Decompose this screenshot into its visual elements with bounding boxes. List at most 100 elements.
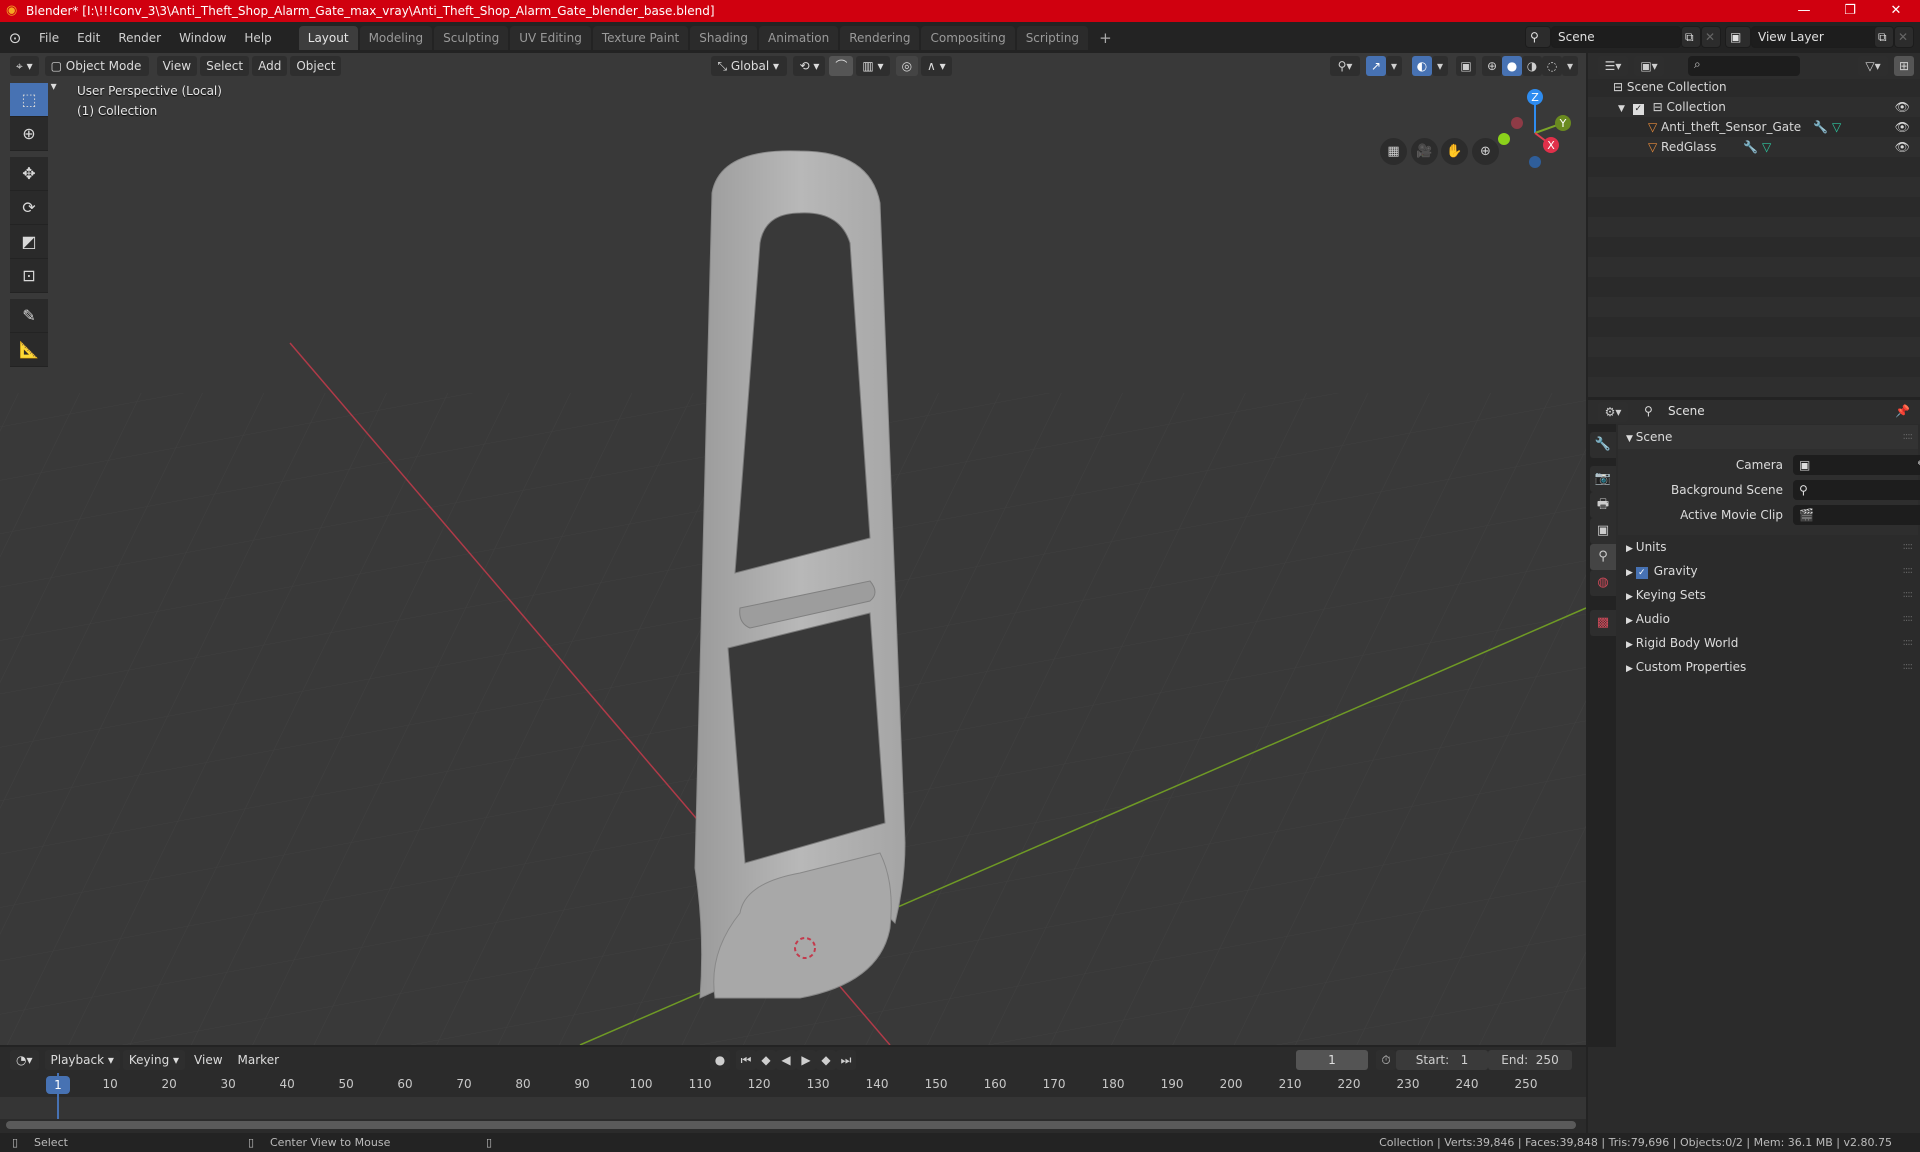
- close-button[interactable]: ✕: [1873, 0, 1919, 22]
- drag-handle-icon[interactable]: ::::: [1903, 607, 1914, 631]
- neg-z-axis-icon[interactable]: [1529, 156, 1541, 168]
- keying-menu[interactable]: Keying ▾: [122, 1050, 186, 1070]
- texture-tab-icon[interactable]: ▩: [1590, 610, 1616, 636]
- end-frame-field[interactable]: End: 250: [1488, 1050, 1572, 1070]
- audio-panel-header[interactable]: ▶ Audio::::: [1618, 607, 1918, 631]
- gizmo-dropdown-icon[interactable]: ▾: [1386, 56, 1402, 76]
- next-keyframe-icon[interactable]: ◆: [816, 1050, 836, 1070]
- scene-panel-header[interactable]: ▼ Scene::::: [1618, 425, 1918, 449]
- cursor-tool-icon[interactable]: ⊕: [10, 117, 48, 151]
- tab-uv-editing[interactable]: UV Editing: [510, 25, 591, 50]
- new-view-layer-icon[interactable]: ⧉: [1874, 26, 1894, 48]
- play-icon[interactable]: ▶: [796, 1050, 816, 1070]
- gravity-panel-header[interactable]: ▶ ✓ Gravity::::: [1618, 559, 1918, 583]
- camera-field[interactable]: ▣✎: [1793, 455, 1920, 475]
- outliner-row-object[interactable]: ▽ Anti_theft_Sensor_Gate 🔧 ▽ 👁: [1588, 117, 1920, 137]
- modifier-wrench-icon[interactable]: 🔧: [1813, 117, 1828, 137]
- current-frame-field[interactable]: 1: [1296, 1050, 1368, 1070]
- select-box-tool-icon[interactable]: ⬚: [10, 83, 48, 117]
- menu-help[interactable]: Help: [235, 26, 280, 50]
- blender-menu-icon[interactable]: ⊙: [0, 29, 30, 47]
- tab-texture-paint[interactable]: Texture Paint: [592, 25, 689, 50]
- view-layer-tab-icon[interactable]: ▣: [1590, 518, 1616, 544]
- overlay-dropdown-icon[interactable]: ▾: [1432, 56, 1448, 76]
- drag-handle-icon[interactable]: ::::: [1903, 535, 1914, 559]
- new-scene-icon[interactable]: ⧉: [1681, 26, 1701, 48]
- falloff-icon[interactable]: ∧ ▾: [921, 56, 952, 76]
- preview-range-icon[interactable]: ⏱: [1376, 1050, 1396, 1070]
- menu-add[interactable]: Add: [252, 56, 288, 76]
- transform-tool-icon[interactable]: ⊡: [10, 259, 48, 293]
- tab-compositing[interactable]: Compositing: [921, 25, 1015, 50]
- 3d-viewport[interactable]: ⌖ ▾ ▢ Object Mode ▾ View Select Add Obje…: [0, 53, 1586, 1045]
- drag-handle-icon[interactable]: ::::: [1903, 655, 1914, 679]
- menu-select[interactable]: Select: [200, 56, 250, 76]
- snap-target-icon[interactable]: ▥ ▾: [856, 56, 890, 76]
- playback-menu[interactable]: Playback ▾: [44, 1050, 120, 1070]
- drag-handle-icon[interactable]: ::::: [1903, 631, 1914, 655]
- jump-start-icon[interactable]: ⏮: [736, 1050, 756, 1070]
- expand-arrow-icon[interactable]: ▼: [1618, 104, 1628, 114]
- measure-tool-icon[interactable]: 📐: [10, 333, 48, 367]
- move-tool-icon[interactable]: ✥: [10, 157, 48, 191]
- visibility-eye-icon[interactable]: 👁: [1895, 137, 1910, 157]
- world-tab-icon[interactable]: ◍: [1590, 570, 1616, 596]
- menu-render[interactable]: Render: [109, 26, 170, 50]
- scene-tab-icon[interactable]: ⚲: [1590, 544, 1616, 570]
- mesh-data-icon[interactable]: ▽: [1832, 117, 1841, 137]
- prev-keyframe-icon[interactable]: ◆: [756, 1050, 776, 1070]
- keyframe-area[interactable]: [0, 1097, 1586, 1119]
- display-mode-icon[interactable]: ▣▾: [1634, 56, 1664, 76]
- delete-view-layer-icon[interactable]: ✕: [1894, 26, 1914, 48]
- menu-window[interactable]: Window: [170, 26, 235, 50]
- tab-animation[interactable]: Animation: [759, 25, 839, 50]
- shading-dropdown-icon[interactable]: ▾: [1562, 56, 1578, 76]
- pivot-point-icon[interactable]: ⟲ ▾: [793, 56, 826, 76]
- annotate-tool-icon[interactable]: ✎: [10, 299, 48, 333]
- editor-type-icon[interactable]: ⌖ ▾: [10, 56, 39, 76]
- maximize-button[interactable]: ❐: [1827, 0, 1873, 22]
- drag-handle-icon[interactable]: ::::: [1903, 559, 1914, 583]
- timeline-editor-type-icon[interactable]: ◔▾: [10, 1050, 39, 1070]
- camera-view-icon[interactable]: 🎥: [1411, 138, 1438, 165]
- tab-layout[interactable]: Layout: [298, 25, 358, 50]
- tool-settings-tab-icon[interactable]: 🔧: [1590, 432, 1616, 458]
- rotate-tool-icon[interactable]: ⟳: [10, 191, 48, 225]
- pin-icon[interactable]: 📌: [1895, 404, 1910, 418]
- background-scene-field[interactable]: ⚲: [1793, 480, 1920, 500]
- drag-handle-icon[interactable]: ::::: [1903, 425, 1914, 449]
- timeline-scrollbar[interactable]: [6, 1121, 1576, 1129]
- drag-handle-icon[interactable]: ::::: [1903, 583, 1914, 607]
- marker-menu[interactable]: Marker: [232, 1050, 285, 1070]
- properties-editor-type-icon[interactable]: ⚙▾: [1598, 402, 1628, 422]
- x-axis-handle[interactable]: X: [1543, 137, 1559, 153]
- menu-file[interactable]: File: [30, 26, 68, 50]
- custom-properties-panel-header[interactable]: ▶ Custom Properties::::: [1618, 655, 1918, 679]
- output-tab-icon[interactable]: 🖶: [1590, 492, 1616, 518]
- proportional-edit-icon[interactable]: ◎: [895, 56, 919, 76]
- xray-toggle-icon[interactable]: ▣: [1456, 56, 1476, 76]
- outliner-search-input[interactable]: [1688, 56, 1800, 76]
- outliner-editor-type-icon[interactable]: ☰▾: [1598, 56, 1628, 76]
- material-preview-icon[interactable]: ◑: [1522, 56, 1542, 76]
- overlay-toggle-icon[interactable]: ◐: [1412, 56, 1432, 76]
- tab-sculpting[interactable]: Sculpting: [434, 25, 509, 50]
- tab-scripting[interactable]: Scripting: [1016, 25, 1089, 50]
- frame-ruler[interactable]: 10 20 30 40 50 60 70 80 90 100 110 120 130 140 150 160 1…: [0, 1073, 1586, 1119]
- selectability-icon[interactable]: ⚲▾: [1330, 56, 1360, 76]
- menu-edit[interactable]: Edit: [68, 26, 109, 50]
- snap-toggle-icon[interactable]: ⌒: [829, 56, 854, 76]
- collection-checkbox[interactable]: ✓: [1632, 104, 1644, 115]
- units-panel-header[interactable]: ▶ Units::::: [1618, 535, 1918, 559]
- solid-shading-icon[interactable]: ●: [1502, 56, 1522, 76]
- add-workspace-button[interactable]: +: [1090, 26, 1121, 50]
- z-axis-handle[interactable]: Z: [1527, 89, 1543, 105]
- record-button-icon[interactable]: ●: [710, 1050, 730, 1070]
- visibility-eye-icon[interactable]: 👁: [1895, 97, 1910, 117]
- delete-scene-icon[interactable]: ✕: [1701, 26, 1721, 48]
- minimize-button[interactable]: —: [1781, 0, 1827, 22]
- pan-view-icon[interactable]: ✋: [1441, 138, 1468, 165]
- tab-rendering[interactable]: Rendering: [840, 25, 920, 50]
- mesh-data-icon[interactable]: ▽: [1762, 137, 1771, 157]
- navigation-gizmo[interactable]: Z Y X: [1495, 83, 1585, 193]
